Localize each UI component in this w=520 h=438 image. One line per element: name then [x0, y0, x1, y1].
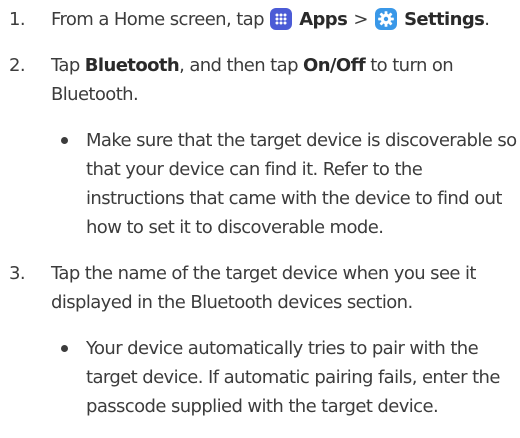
- apps-grid-icon: [270, 8, 293, 30]
- step-number: 3.: [9, 263, 26, 284]
- bullet-item: Make sure that the target device is disc…: [51, 126, 517, 242]
- step-number: 2.: [9, 55, 26, 76]
- bullet-text: Your device automatically tries to pair …: [86, 338, 500, 417]
- step-text-part: From a Home screen, tap: [51, 9, 270, 30]
- bullet-dot: [61, 345, 68, 352]
- step-3: 3. Tap the name of the target device whe…: [9, 259, 517, 421]
- step-2: 2. Tap Bluetooth, and then tap On/Off to…: [9, 51, 517, 242]
- step-1: 1. From a Home screen, tap Apps > Settin…: [9, 5, 517, 34]
- bullet-item: Your device automatically tries to pair …: [51, 334, 517, 421]
- onoff-label: On/Off: [303, 55, 366, 76]
- gear-icon: [374, 8, 397, 30]
- bluetooth-label: Bluetooth: [84, 55, 180, 76]
- step-number: 1.: [9, 9, 26, 30]
- step-text: Tap Bluetooth, and then tap On/Off to tu…: [51, 51, 517, 109]
- step-text-part: Tap: [51, 55, 85, 76]
- bullet-dot: [61, 137, 68, 144]
- step-text-part: .: [484, 9, 490, 30]
- apps-label: Apps: [299, 9, 348, 30]
- bullet-text: Make sure that the target device is disc…: [86, 130, 517, 238]
- menu-separator: >: [353, 9, 368, 30]
- step-text: Tap the name of the target device when y…: [51, 263, 476, 313]
- instruction-steps: 1. From a Home screen, tap Apps > Settin…: [9, 5, 517, 438]
- step-text-part: , and then tap: [179, 55, 304, 76]
- settings-label: Settings: [404, 9, 485, 30]
- step-text: From a Home screen, tap Apps > Settings.: [51, 8, 490, 30]
